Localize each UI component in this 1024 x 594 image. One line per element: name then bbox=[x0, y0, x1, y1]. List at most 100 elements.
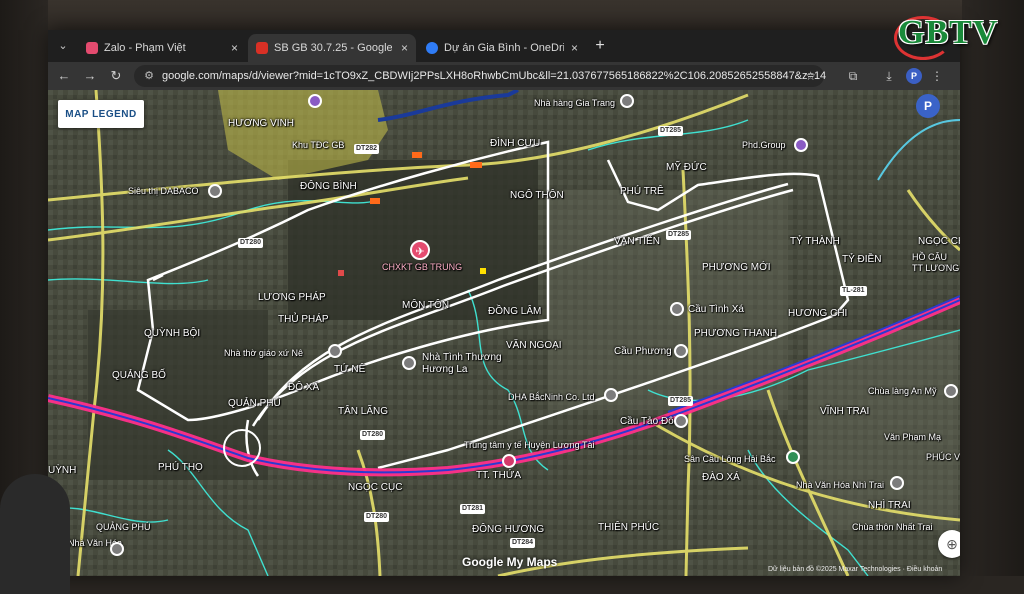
browser-window: ⌄ Zalo - Phạm Việt × SB GB 30.7.25 - Goo… bbox=[48, 30, 960, 576]
place-pin-icon[interactable] bbox=[890, 476, 904, 490]
new-tab-button[interactable]: + bbox=[588, 34, 612, 58]
place-label: Cầu Tình Xá bbox=[688, 304, 744, 315]
sports-pin-icon[interactable] bbox=[786, 450, 800, 464]
place-label: PHÚ THỌ bbox=[158, 462, 203, 473]
place-label: NGỌC CH bbox=[918, 236, 960, 247]
road-sign: DT281 bbox=[460, 504, 486, 514]
place-pin-icon[interactable] bbox=[308, 94, 322, 108]
profile-avatar[interactable]: P bbox=[906, 68, 922, 84]
airport-label: CHXKT GB TRUNG bbox=[382, 262, 463, 272]
place-label: MÔN TÔN bbox=[402, 300, 450, 311]
place-label: Nhà Tình Thương Hương La bbox=[422, 352, 502, 375]
place-label: PHÚC VILL bbox=[926, 452, 960, 462]
road-sign: DT280 bbox=[238, 238, 264, 248]
my-maps-favicon-icon bbox=[256, 42, 268, 54]
watermark-text: GBTV bbox=[898, 14, 999, 51]
road-sign: DT280 bbox=[364, 512, 390, 522]
place-label: LƯƠNG PHÁP bbox=[258, 292, 326, 303]
place-pin-icon[interactable] bbox=[402, 356, 416, 370]
reload-icon[interactable]: ↻ bbox=[106, 66, 126, 86]
place-label: TỶ ĐIỀN bbox=[842, 254, 882, 265]
airport-icon[interactable]: ✈ bbox=[410, 240, 430, 260]
place-label: HƯƠNG VINH bbox=[228, 118, 295, 129]
place-label: THỦ PHÁP bbox=[278, 314, 329, 325]
tab-onedrive[interactable]: Dự án Gia Bình - OneDrive × bbox=[418, 34, 586, 62]
company-pin-icon[interactable] bbox=[794, 138, 808, 152]
place-label: QUẢN PHÚ bbox=[228, 398, 281, 409]
place-label: ĐÀO XÁ bbox=[702, 472, 740, 483]
place-label: PHƯƠNG MỚI bbox=[702, 262, 771, 273]
place-label: Trung tâm y tế Huyện Lương Tài bbox=[464, 440, 595, 450]
place-label: TỨ NÊ bbox=[334, 364, 366, 375]
bridge-pin-icon[interactable] bbox=[674, 414, 688, 428]
place-label: TT. THỨA bbox=[476, 470, 522, 481]
back-icon[interactable]: ← bbox=[54, 66, 74, 86]
bridge-pin-icon[interactable] bbox=[670, 302, 684, 316]
parking-icon[interactable]: P bbox=[916, 94, 940, 118]
place-label: ĐÔNG HƯƠNG bbox=[472, 524, 545, 535]
tab-title: Dự án Gia Bình - OneDrive bbox=[444, 42, 564, 54]
bridge-pin-icon[interactable] bbox=[674, 344, 688, 358]
place-label: Văn Phạm Mạ bbox=[884, 432, 942, 442]
place-label: ĐÔNG BÌNH bbox=[300, 181, 357, 192]
church-pin-icon[interactable] bbox=[328, 344, 342, 358]
hospital-pin-icon[interactable] bbox=[502, 454, 516, 468]
place-pin-icon[interactable] bbox=[110, 542, 124, 556]
place-label: MỸ ĐỨC bbox=[666, 162, 707, 173]
place-label: ĐỒNG LÂM bbox=[488, 306, 542, 317]
foreground-person-silhouette bbox=[0, 474, 70, 594]
site-info-icon[interactable]: ⚙ bbox=[142, 69, 156, 83]
onedrive-favicon-icon bbox=[426, 42, 438, 54]
road-sign: DT285 bbox=[666, 230, 692, 240]
channel-watermark: GBTV bbox=[894, 10, 1010, 62]
place-label: NGỌC CỤC bbox=[348, 482, 403, 493]
place-label: DHA BắcNinh Co. Ltd bbox=[508, 392, 595, 402]
extensions-icon[interactable]: ⧉ bbox=[844, 67, 862, 85]
url-text: google.com/maps/d/viewer?mid=1cTO9xZ_CBD… bbox=[162, 70, 827, 82]
place-label: PHƯƠNG THANH bbox=[694, 328, 778, 339]
map-canvas[interactable]: MAP LEGEND P ✈ CHXKT GB TRUNG HƯƠNG VINH… bbox=[48, 90, 960, 576]
place-label: VĨNH TRAI bbox=[820, 406, 870, 417]
tab-my-maps[interactable]: SB GB 30.7.25 - Google My Ma... × bbox=[248, 34, 416, 62]
bookmark-star-icon[interactable]: ☆ bbox=[805, 65, 816, 87]
browser-menu-icon[interactable]: ⋮ bbox=[928, 67, 946, 85]
road-sign: DT282 bbox=[354, 144, 380, 154]
place-label: PHÚ TRÊ bbox=[620, 186, 664, 197]
zalo-favicon-icon bbox=[86, 42, 98, 54]
place-label: TÂN LÃNG bbox=[338, 406, 389, 417]
place-label: Cầu Tảo Đôi bbox=[620, 416, 676, 427]
place-label: Phd.Group bbox=[742, 140, 786, 150]
map-attribution: Dữ liệu bản đồ ©2025 Maxar Technologies … bbox=[768, 566, 943, 573]
place-label: NHÌ TRAI bbox=[868, 500, 911, 511]
road-sign: TL-281 bbox=[840, 286, 867, 296]
road-sign: DT284 bbox=[510, 538, 536, 548]
company-pin-icon[interactable] bbox=[604, 388, 618, 402]
place-label: QUỲNH BỘI bbox=[144, 328, 201, 339]
tab-close-icon[interactable]: × bbox=[571, 34, 578, 62]
place-label: ĐÌNH CƯU bbox=[490, 138, 541, 149]
place-label: Nhà hàng Gia Trang bbox=[534, 98, 616, 108]
place-label: Sân Cầu Lông Hải Bắc bbox=[684, 454, 776, 464]
road-sign: DT285 bbox=[658, 126, 684, 136]
place-label: Siêu thị DABACO bbox=[128, 186, 199, 196]
my-location-icon[interactable]: ⊕ bbox=[938, 530, 960, 558]
tab-search-icon[interactable]: ⌄ bbox=[54, 37, 72, 55]
address-bar[interactable]: ⚙ google.com/maps/d/viewer?mid=1cTO9xZ_C… bbox=[134, 65, 827, 87]
road-sign: DT285 bbox=[668, 396, 694, 406]
tab-zalo[interactable]: Zalo - Phạm Việt × bbox=[78, 34, 246, 62]
forward-icon[interactable]: → bbox=[80, 66, 100, 86]
restaurant-pin-icon[interactable] bbox=[620, 94, 634, 108]
place-label: QUẢNG PHÚ bbox=[96, 522, 151, 532]
tab-title: Zalo - Phạm Việt bbox=[104, 42, 186, 54]
download-icon[interactable]: ⤓ bbox=[880, 67, 898, 85]
temple-pin-icon[interactable] bbox=[944, 384, 958, 398]
map-legend-button[interactable]: MAP LEGEND bbox=[58, 100, 144, 128]
shop-pin-icon[interactable] bbox=[208, 184, 222, 198]
tab-close-icon[interactable]: × bbox=[231, 34, 238, 62]
tab-close-icon[interactable]: × bbox=[401, 34, 408, 62]
google-my-maps-logo: Google My Maps bbox=[462, 555, 558, 569]
place-label: Khu TĐC GB bbox=[292, 140, 345, 150]
place-label: VẠN TIẾN bbox=[614, 236, 660, 247]
place-label: NGÔ THÔN bbox=[510, 190, 564, 201]
place-label: HỒ CÂU TT LƯƠNG bbox=[912, 252, 960, 273]
